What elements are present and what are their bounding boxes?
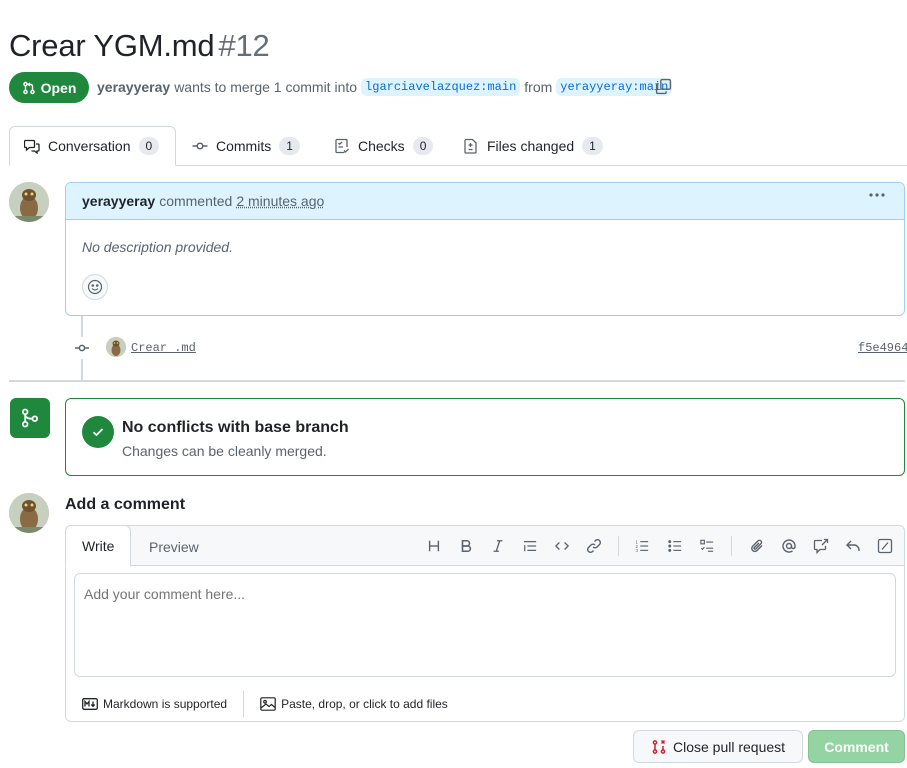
comment-action: commented: [159, 193, 233, 209]
toolbar-separator: [731, 536, 732, 556]
conversation-icon: [24, 138, 40, 154]
comment-author-link[interactable]: yerayyeray: [82, 193, 155, 209]
merge-status-subtitle: Changes can be cleanly merged.: [122, 443, 327, 459]
comment-submit-button[interactable]: Comment: [808, 730, 905, 763]
svg-text:3: 3: [635, 548, 638, 553]
markdown-support-link[interactable]: Markdown is supported: [66, 697, 243, 711]
cross-reference-icon[interactable]: [811, 536, 831, 556]
comment-timestamp[interactable]: 2 minutes ago: [236, 193, 324, 209]
editor-footer: Markdown is supported Paste, drop, or cl…: [66, 686, 904, 721]
comment-textarea[interactable]: [74, 573, 896, 677]
git-merge-icon: [10, 398, 50, 438]
slash-command-icon[interactable]: [875, 536, 895, 556]
state-badge: Open: [9, 72, 89, 103]
pr-meta: yerayyeray wants to merge 1 commit into …: [97, 78, 673, 96]
smiley-icon[interactable]: [82, 274, 108, 300]
pr-summary-text: wants to merge 1 commit into: [174, 79, 358, 95]
tab-checks[interactable]: Checks 0: [320, 126, 447, 166]
tab-files-count: 1: [582, 137, 603, 155]
pr-title-text: Crear YGM.md: [9, 28, 215, 63]
pr-number: #12: [218, 28, 270, 63]
current-user-avatar[interactable]: [9, 493, 49, 533]
check-circle-icon: [82, 416, 114, 448]
ordered-list-icon[interactable]: 123: [632, 536, 652, 556]
commit-sha-link[interactable]: f5e4964: [858, 341, 907, 355]
avatar[interactable]: [9, 182, 49, 222]
attach-files-button[interactable]: Paste, drop, or click to add files: [244, 697, 464, 711]
italic-icon[interactable]: [488, 536, 508, 556]
mention-icon[interactable]: [779, 536, 799, 556]
heading-icon[interactable]: [424, 536, 444, 556]
paperclip-icon[interactable]: [747, 536, 767, 556]
tab-write[interactable]: Write: [65, 525, 132, 567]
tab-conversation-label: Conversation: [48, 138, 131, 154]
comment-header: yerayyeray commented 2 minutes ago: [66, 183, 904, 220]
comment-body: No description provided.: [82, 239, 233, 255]
comment-box: yerayyeray commented 2 minutes ago No de…: [65, 182, 905, 316]
git-pull-request-closed-icon: [651, 739, 667, 755]
link-icon[interactable]: [584, 536, 604, 556]
pull-request-icon: [22, 81, 36, 95]
code-icon[interactable]: [552, 536, 572, 556]
unordered-list-icon[interactable]: [665, 536, 685, 556]
state-label: Open: [40, 79, 77, 96]
pr-title: Crear YGM.md #12: [9, 28, 270, 64]
commit-message-link[interactable]: Crear .md: [131, 341, 196, 355]
tab-preview[interactable]: Preview: [133, 526, 215, 567]
tab-conversation-count: 0: [138, 137, 160, 155]
tab-conversation[interactable]: Conversation 0: [9, 126, 176, 166]
close-pull-request-button[interactable]: Close pull request: [633, 730, 803, 763]
merge-status-title: No conflicts with base branch: [122, 419, 349, 436]
comment-editor: Write Preview 123 Add your comment here.…: [65, 525, 905, 722]
tab-checks-count: 0: [412, 137, 434, 155]
tab-files-label: Files changed: [487, 138, 575, 154]
tab-files-changed[interactable]: Files changed 1: [449, 126, 617, 166]
reply-icon[interactable]: [843, 536, 863, 556]
commit-author-avatar[interactable]: [106, 337, 126, 357]
from-text: from: [524, 79, 553, 95]
quote-icon[interactable]: [520, 536, 540, 556]
copy-icon[interactable]: [655, 78, 673, 96]
kebab-menu-icon[interactable]: [868, 193, 886, 197]
tab-commits-label: Commits: [216, 138, 272, 154]
tab-commits-count: 1: [279, 137, 300, 155]
timeline-divider: [9, 380, 905, 382]
editor-toolbar: Write Preview 123: [65, 525, 904, 567]
checklist-icon: [334, 138, 350, 154]
commit-icon: [192, 138, 208, 154]
bold-icon[interactable]: [456, 536, 476, 556]
markdown-icon: [82, 697, 98, 710]
tab-checks-label: Checks: [358, 138, 405, 154]
markdown-note: Markdown is supported: [103, 696, 228, 711]
commit-node-icon: [70, 337, 94, 359]
file-diff-icon: [463, 138, 479, 154]
image-icon: [260, 696, 276, 711]
add-comment-heading: Add a comment: [65, 496, 186, 513]
merge-status-box: No conflicts with base branch Changes ca…: [65, 398, 905, 476]
attach-note: Paste, drop, or click to add files: [281, 696, 448, 711]
pr-author-link[interactable]: yerayyeray: [97, 79, 170, 95]
task-list-icon[interactable]: [697, 536, 717, 556]
base-branch[interactable]: lgarciavelazquez:main: [361, 78, 521, 96]
close-pull-request-label: Close pull request: [672, 738, 786, 755]
tab-commits[interactable]: Commits 1: [178, 126, 314, 166]
toolbar-separator: [618, 536, 619, 556]
